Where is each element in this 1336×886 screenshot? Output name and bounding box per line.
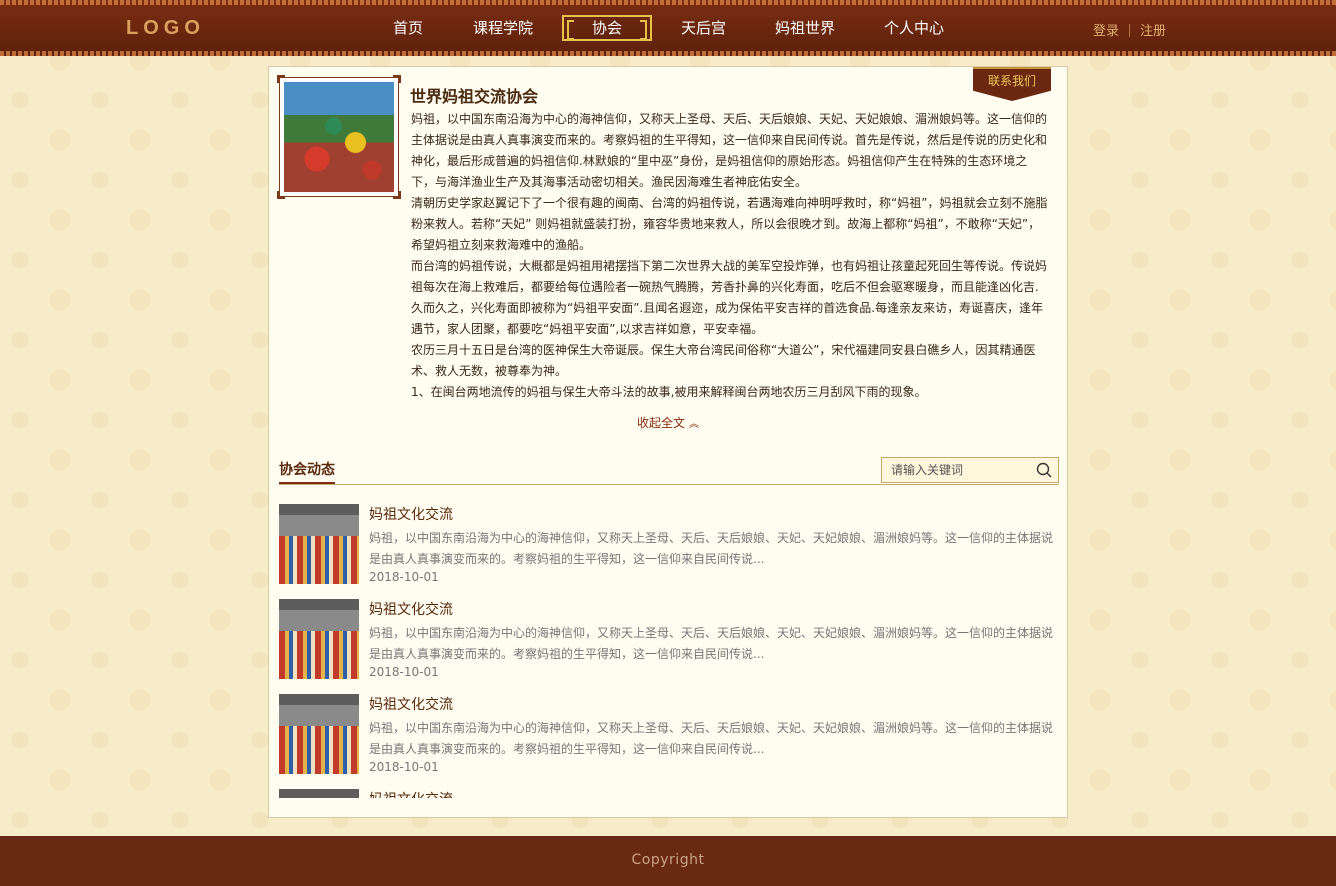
festival-photo <box>284 82 394 192</box>
intro-paragraph: 而台湾的妈祖传说，大概都是妈祖用裙摆挡下第二次世界大战的美军空投炸弹，也有妈祖让… <box>411 259 1048 336</box>
news-date: 2018-10-01 <box>369 760 439 774</box>
association-photo <box>277 75 401 199</box>
news-item[interactable]: 妈祖文化交流 妈祖，以中国东南沿海为中心的海神信仰，又称天上圣母、天后、天后娘娘… <box>279 694 1059 789</box>
nav-mazu-world[interactable]: 妈祖世界 <box>775 15 835 41</box>
intro-paragraph: 妈祖，以中国东南沿海为中心的海神信仰，又称天上圣母、天后、天后娘娘、天妃、天妃娘… <box>411 112 1048 189</box>
news-thumbnail[interactable] <box>279 694 359 774</box>
auth-links: 登录 注册 <box>1093 20 1166 39</box>
news-date: 2018-10-01 <box>369 665 439 679</box>
search-input[interactable] <box>882 458 1032 482</box>
frame-corner <box>277 191 285 199</box>
login-link[interactable]: 登录 <box>1093 24 1119 39</box>
news-title[interactable]: 妈祖文化交流 <box>369 789 453 798</box>
news-search-box <box>881 457 1059 483</box>
news-thumbnail[interactable] <box>279 599 359 679</box>
frame-corner <box>277 75 285 83</box>
news-item[interactable]: 妈祖文化交流 <box>279 789 1059 798</box>
copyright-text: Copyright <box>631 852 705 868</box>
news-thumbnail[interactable] <box>279 789 359 798</box>
content-panel: 联系我们 世界妈祖交流协会 妈祖，以中国东南沿海为中心的海神信仰，又称天上圣母、… <box>268 66 1068 818</box>
nav-association[interactable]: 协会 <box>562 15 652 41</box>
news-title[interactable]: 妈祖文化交流 <box>369 504 453 524</box>
collapse-label: 收起全文 <box>636 416 685 430</box>
site-logo[interactable]: LOGO <box>126 17 205 40</box>
search-icon[interactable] <box>1036 462 1052 478</box>
nav-courses[interactable]: 课程学院 <box>473 15 533 41</box>
nav-tianhou-palace[interactable]: 天后宫 <box>681 15 726 41</box>
news-section-header: 协会动态 <box>279 457 1059 485</box>
intro-paragraph: 农历三月十五日是台湾的医神保生大帝诞辰。保生大帝台湾民间俗称“大道公”，宋代福建… <box>411 343 1036 378</box>
register-link[interactable]: 注册 <box>1140 24 1166 39</box>
news-summary: 妈祖，以中国东南沿海为中心的海神信仰，又称天上圣母、天后、天后娘娘、天妃、天妃娘… <box>369 626 1054 661</box>
frame-corner <box>393 75 401 83</box>
news-title[interactable]: 妈祖文化交流 <box>369 599 453 619</box>
news-title[interactable]: 妈祖文化交流 <box>369 694 453 714</box>
nav-home[interactable]: 首页 <box>393 15 423 41</box>
chevron-up-icon: ︽ <box>689 419 699 430</box>
association-title: 世界妈祖交流协会 <box>410 87 539 106</box>
intro-paragraph: 清朝历史学家赵翼记下了一个很有趣的闽南、台湾的妈祖传说，若遇海难向神明呼救时，称… <box>411 196 1048 252</box>
news-list: 妈祖文化交流 妈祖，以中国东南沿海为中心的海神信仰，又称天上圣母、天后、天后娘娘… <box>279 504 1059 798</box>
header-top-border <box>0 0 1336 5</box>
collapse-text-button[interactable]: 收起全文 ︽ <box>269 414 1067 431</box>
news-summary: 妈祖，以中国东南沿海为中心的海神信仰，又称天上圣母、天后、天后娘娘、天妃、天妃娘… <box>369 721 1054 756</box>
news-section-title: 协会动态 <box>279 459 335 484</box>
news-item[interactable]: 妈祖文化交流 妈祖，以中国东南沿海为中心的海神信仰，又称天上圣母、天后、天后娘娘… <box>279 599 1059 694</box>
news-thumbnail[interactable] <box>279 504 359 584</box>
news-summary: 妈祖，以中国东南沿海为中心的海神信仰，又称天上圣母、天后、天后娘娘、天妃、天妃娘… <box>369 531 1054 566</box>
intro-paragraph: 1、在闽台两地流传的妈祖与保生大帝斗法的故事,被用来解释闽台两地农历三月刮风下雨… <box>411 385 927 399</box>
site-header: LOGO 首页 课程学院 协会 天后宫 妈祖世界 个人中心 登录 注册 <box>0 0 1336 56</box>
auth-divider <box>1129 24 1131 37</box>
frame-corner <box>393 191 401 199</box>
site-footer: Copyright <box>0 836 1336 886</box>
news-item[interactable]: 妈祖文化交流 妈祖，以中国东南沿海为中心的海神信仰，又称天上圣母、天后、天后娘娘… <box>279 504 1059 599</box>
nav-personal-center[interactable]: 个人中心 <box>884 15 944 41</box>
news-date: 2018-10-01 <box>369 570 439 584</box>
association-description: 妈祖，以中国东南沿海为中心的海神信仰，又称天上圣母、天后、天后娘娘、天妃、天妃娘… <box>411 109 1049 403</box>
contact-us-button[interactable]: 联系我们 <box>973 67 1051 101</box>
header-bottom-border <box>0 51 1336 56</box>
